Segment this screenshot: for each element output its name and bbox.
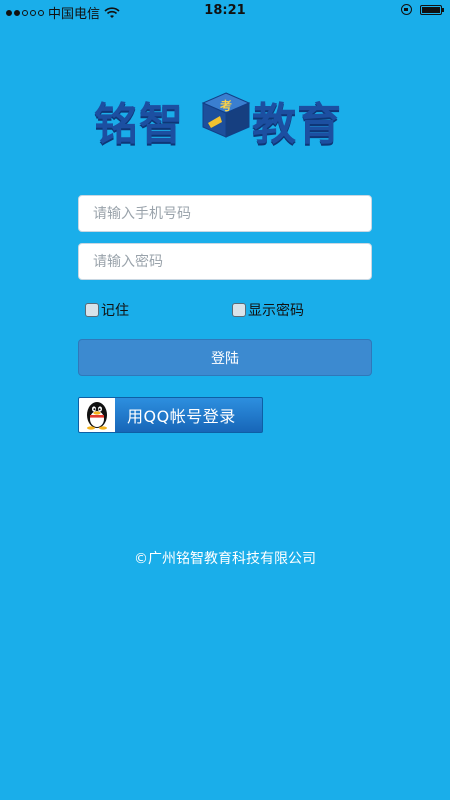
logo-cube-icon: 考 [201, 92, 251, 138]
copyright-text: ©广州铭智教育科技有限公司 [134, 551, 316, 567]
login-button-label: 登陆 [211, 350, 239, 367]
battery-icon [420, 4, 444, 15]
logo-cube-text: 考 [220, 98, 232, 113]
remember-checkbox[interactable]: 记住 [85, 300, 129, 320]
status-bar: 中国电信 18:21 [0, 0, 450, 22]
password-input[interactable] [78, 243, 372, 280]
qq-login-label: 用QQ帐号登录 [127, 407, 236, 426]
remember-label: 记住 [101, 303, 129, 319]
logo-text-left: 铭智 [94, 99, 184, 150]
status-time: 18:21 [204, 3, 246, 18]
show-password-checkbox-box[interactable] [232, 303, 246, 317]
remember-checkbox-box[interactable] [85, 303, 99, 317]
phone-input[interactable] [78, 195, 372, 232]
qq-penguin-icon [87, 402, 107, 430]
qq-login-button[interactable]: 用QQ帐号登录 [78, 397, 263, 433]
login-button[interactable]: 登陆 [78, 339, 372, 376]
qq-icon-container [79, 398, 115, 432]
rotation-lock-icon [401, 4, 412, 15]
show-password-label: 显示密码 [248, 303, 304, 319]
status-bar-right [401, 4, 444, 15]
logo-text-right: 教育 [252, 99, 342, 150]
show-password-checkbox[interactable]: 显示密码 [232, 300, 304, 320]
app-logo: 铭智 考 教育 [94, 80, 358, 152]
